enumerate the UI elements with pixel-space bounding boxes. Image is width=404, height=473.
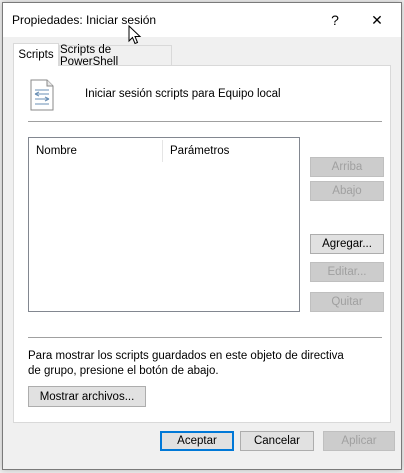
edit-button[interactable]: Editar...: [310, 262, 384, 282]
column-divider[interactable]: [162, 140, 163, 162]
close-icon: ✕: [371, 11, 383, 28]
scripts-header-label: Iniciar sesión scripts para Equipo local: [85, 88, 281, 100]
list-header: Nombre Parámetros: [29, 138, 299, 162]
help-button[interactable]: ?: [319, 7, 351, 33]
ok-button[interactable]: Aceptar: [160, 431, 234, 451]
add-button[interactable]: Agregar...: [310, 234, 384, 254]
scripts-tab-panel: Iniciar sesión scripts para Equipo local…: [13, 65, 391, 423]
move-up-button[interactable]: Arriba: [310, 157, 384, 177]
script-document-icon: [30, 79, 54, 111]
cancel-button[interactable]: Cancelar: [240, 431, 314, 451]
show-files-button[interactable]: Mostrar archivos...: [28, 386, 146, 407]
tab-powershell-scripts[interactable]: Scripts de PowerShell: [59, 43, 172, 68]
title-bar[interactable]: Propiedades: Iniciar sesión ? ✕: [3, 3, 401, 37]
apply-button[interactable]: Aplicar: [323, 431, 395, 451]
column-header-name[interactable]: Nombre: [36, 145, 77, 157]
header-divider: [28, 121, 382, 122]
tab-powershell-label: Scripts de PowerShell: [60, 43, 119, 68]
help-icon: ?: [331, 12, 339, 28]
close-button[interactable]: ✕: [361, 7, 393, 33]
move-down-button[interactable]: Abajo: [310, 181, 384, 201]
info-text: Para mostrar los scripts guardados en es…: [28, 350, 344, 377]
mouse-pointer-icon: [128, 25, 142, 45]
column-header-parameters[interactable]: Parámetros: [170, 145, 229, 157]
tab-scripts[interactable]: Scripts: [13, 43, 59, 66]
scripts-list[interactable]: Nombre Parámetros: [28, 137, 300, 312]
tab-scripts-label: Scripts: [18, 49, 54, 61]
desktop-background: Propiedades: Iniciar sesión ? ✕ Scripts …: [0, 0, 404, 473]
footer-divider: [28, 337, 382, 338]
remove-button[interactable]: Quitar: [310, 292, 384, 312]
properties-dialog: Propiedades: Iniciar sesión ? ✕ Scripts …: [2, 2, 402, 470]
